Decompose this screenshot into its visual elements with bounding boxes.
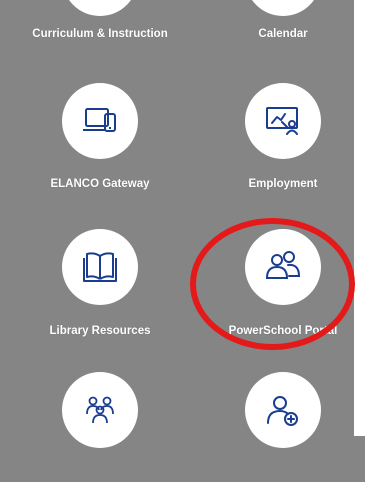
presentation-icon <box>245 83 321 159</box>
tile-label: Employment <box>248 178 318 190</box>
tile-label: Library Resources <box>49 325 151 337</box>
open-book-icon <box>62 229 138 305</box>
tile-elanco-gateway[interactable]: ELANCO Gateway <box>10 83 190 193</box>
page-edge <box>354 0 365 436</box>
tile-label: ELANCO Gateway <box>50 178 150 190</box>
calendar-icon <box>245 0 321 16</box>
tile-label: Calendar <box>258 28 308 40</box>
users-icon <box>245 229 321 305</box>
tile-label: Curriculum & Instruction <box>32 28 168 40</box>
group-icon <box>62 372 138 448</box>
devices-icon <box>62 83 138 159</box>
add-user-icon <box>245 372 321 448</box>
tile-calendar[interactable]: Calendar <box>193 0 365 50</box>
tile-library-resources[interactable]: Library Resources <box>10 229 190 339</box>
tile-group[interactable] <box>10 372 190 482</box>
tile-curriculum-instruction[interactable]: Curriculum & Instruction <box>10 0 190 50</box>
tile-employment[interactable]: Employment <box>193 83 365 193</box>
tile-label: PowerSchool Portal <box>228 325 338 337</box>
curriculum-icon <box>62 0 138 16</box>
tile-add-user[interactable] <box>193 372 365 482</box>
tile-powerschool-portal[interactable]: PowerSchool Portal <box>193 229 365 339</box>
